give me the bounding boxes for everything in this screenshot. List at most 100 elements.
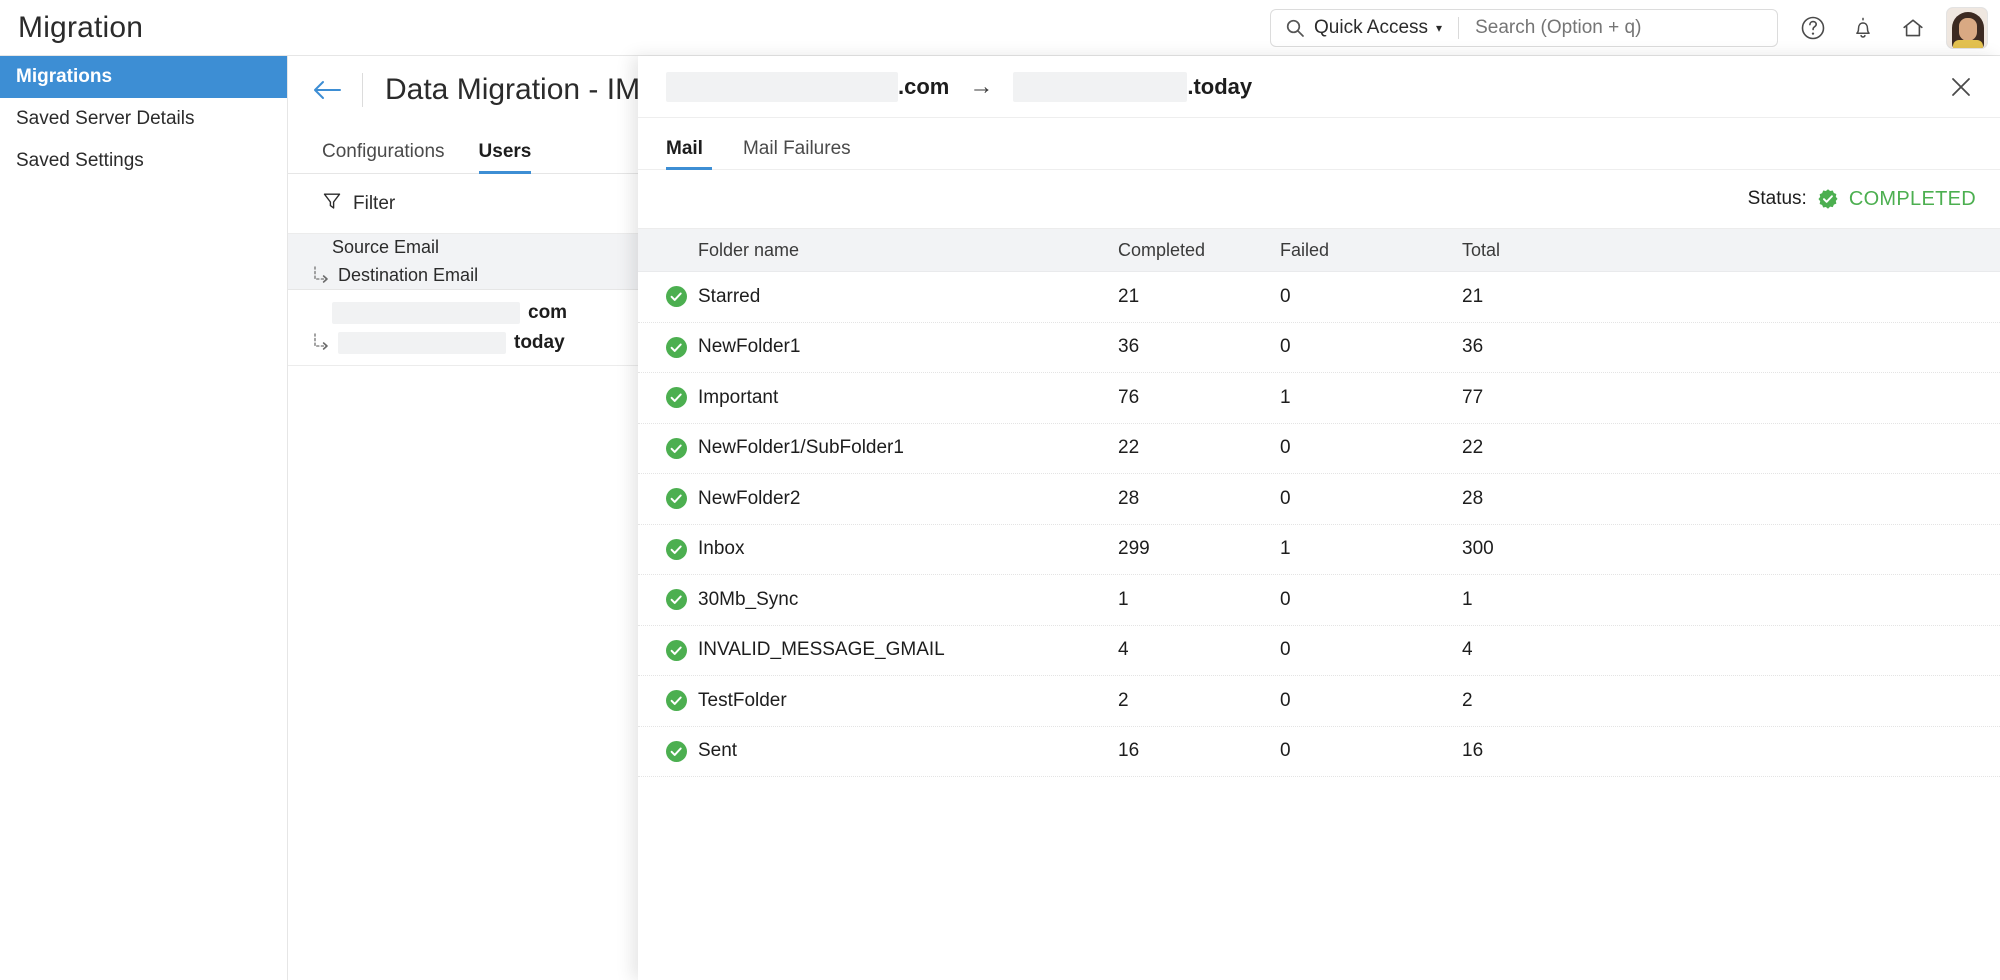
cell-failed: 1 [1280,387,1462,409]
cell-completed: 22 [1118,437,1280,459]
table-row[interactable]: Important76177 [638,373,2000,424]
cell-total: 77 [1462,387,1642,409]
sidebar-item-migrations[interactable]: Migrations [0,56,287,98]
search-input[interactable] [1475,17,1777,39]
table-header-total: Total [1462,240,1642,261]
check-circle-icon [666,589,687,610]
cell-completed: 1 [1118,589,1280,611]
dotted-branch-arrow-icon [310,332,332,354]
arrow-left-icon[interactable] [310,73,344,107]
row-status-icon-cell [638,337,698,358]
tab-label: Mail [666,138,703,159]
check-circle-icon [666,488,687,509]
cell-total: 300 [1462,538,1642,560]
tab-mail[interactable]: Mail [666,138,703,169]
sidebar: Migrations Saved Server Details Saved Se… [0,56,288,980]
tab-configurations[interactable]: Configurations [322,141,445,173]
avatar-face [1959,18,1977,41]
cell-failed: 1 [1280,538,1462,560]
sidebar-item-label: Saved Server Details [16,108,194,130]
panel-email-pair: .com → .today [666,72,1944,102]
chevron-down-icon[interactable]: ▾ [1436,22,1442,34]
tab-mail-failures[interactable]: Mail Failures [743,138,851,169]
cell-folder-name: Starred [698,286,1118,308]
panel-source-email: .com [666,72,949,102]
dotted-branch-arrow-icon [310,265,332,287]
filter-label: Filter [353,193,395,215]
cell-total: 4 [1462,639,1642,661]
help-icon[interactable] [1788,0,1838,56]
row-status-icon-cell [638,690,698,711]
row-status-icon-cell [638,438,698,459]
cell-total: 22 [1462,437,1642,459]
quick-access-label[interactable]: Quick Access [1314,17,1428,39]
destination-email-suffix: today [514,332,565,354]
cell-completed: 76 [1118,387,1280,409]
cell-folder-name: TestFolder [698,690,1118,712]
cell-folder-name: Sent [698,740,1118,762]
close-icon[interactable] [1944,70,1978,104]
sidebar-item-saved-settings[interactable]: Saved Settings [0,140,287,182]
home-icon[interactable] [1888,0,1938,56]
top-bar-actions: Quick Access ▾ [1270,0,1988,56]
tab-users[interactable]: Users [479,141,532,173]
row-status-icon-cell [638,539,698,560]
destination-email-label: Destination Email [338,265,478,286]
cell-folder-name: 30Mb_Sync [698,589,1118,611]
panel-destination-email: .today [1013,72,1252,102]
cell-completed: 2 [1118,690,1280,712]
cell-failed: 0 [1280,336,1462,358]
tab-label: Mail Failures [743,138,851,159]
status-row: Status: COMPLETED [638,170,2000,228]
table-row[interactable]: NewFolder228028 [638,474,2000,525]
notifications-icon[interactable] [1838,0,1888,56]
table-row[interactable]: TestFolder202 [638,676,2000,727]
table-header-folder-name: Folder name [698,240,1118,261]
cell-folder-name: NewFolder2 [698,488,1118,510]
table-row[interactable]: INVALID_MESSAGE_GMAIL404 [638,626,2000,677]
check-circle-icon [666,640,687,661]
table-row[interactable]: 30Mb_Sync101 [638,575,2000,626]
check-circle-icon [666,286,687,307]
avatar[interactable] [1946,7,1988,49]
migration-detail-panel: .com → .today Mail Mail Failures Status: [638,56,2000,980]
row-status-icon-cell [638,589,698,610]
cell-completed: 4 [1118,639,1280,661]
cell-total: 16 [1462,740,1642,762]
table-row[interactable]: NewFolder136036 [638,323,2000,374]
cell-completed: 16 [1118,740,1280,762]
table-body: Starred21021NewFolder136036Important7617… [638,272,2000,777]
tab-label: Users [479,141,532,162]
cell-total: 28 [1462,488,1642,510]
redacted-source-email [332,302,520,324]
cell-completed: 28 [1118,488,1280,510]
redacted-destination-email [1013,72,1187,102]
cell-total: 21 [1462,286,1642,308]
table-row[interactable]: Starred21021 [638,272,2000,323]
divider [1458,17,1459,39]
row-status-icon-cell [638,488,698,509]
cell-total: 36 [1462,336,1642,358]
cell-folder-name: NewFolder1 [698,336,1118,358]
source-email-suffix: com [528,302,567,324]
row-status-icon-cell [638,387,698,408]
cell-completed: 21 [1118,286,1280,308]
check-circle-icon [666,690,687,711]
check-circle-icon [666,387,687,408]
redacted-destination-email [338,332,506,354]
global-search-box[interactable]: Quick Access ▾ [1270,9,1778,47]
table-row[interactable]: Sent16016 [638,727,2000,778]
table-row[interactable]: Inbox2991300 [638,525,2000,576]
sidebar-item-label: Saved Settings [16,150,144,172]
search-icon [1285,18,1305,38]
table-row[interactable]: NewFolder1/SubFolder122022 [638,424,2000,475]
row-status-icon-cell [638,741,698,762]
sidebar-item-saved-server-details[interactable]: Saved Server Details [0,98,287,140]
cell-folder-name: NewFolder1/SubFolder1 [698,437,1118,459]
status-badge: COMPLETED [1849,188,1976,211]
status-label: Status: [1748,188,1807,210]
row-status-icon-cell [638,286,698,307]
app-title: Migration [18,11,143,45]
funnel-icon [322,191,342,216]
cell-total: 1 [1462,589,1642,611]
